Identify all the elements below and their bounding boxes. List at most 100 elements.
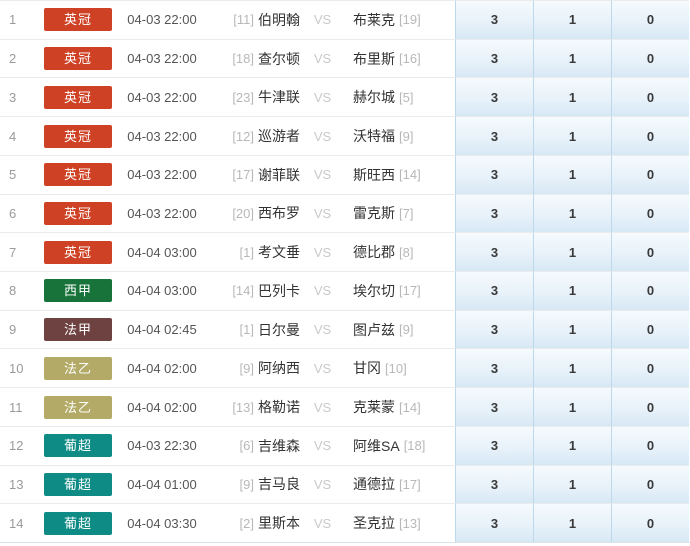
home-team[interactable]: [1] 日尔曼	[210, 309, 300, 349]
away-team[interactable]: 甘冈 [10]	[345, 348, 455, 387]
odds-win-cell[interactable]: 3	[455, 154, 533, 194]
home-team[interactable]: [1] 考文垂	[210, 232, 300, 271]
home-team[interactable]: [11] 伯明翰	[210, 0, 300, 39]
league-badge-cell: 英冠	[44, 232, 114, 271]
odds-draw-cell[interactable]: 1	[533, 309, 611, 349]
odds-draw-cell[interactable]: 1	[533, 348, 611, 388]
odds-win-cell[interactable]: 3	[455, 387, 533, 426]
league-badge[interactable]: 法乙	[44, 356, 112, 380]
away-team[interactable]: 赫尔城 [5]	[345, 77, 455, 116]
league-badge[interactable]: 英冠	[44, 85, 112, 109]
row-number: 14	[0, 503, 44, 542]
odds-lose-cell[interactable]: 0	[611, 232, 689, 272]
away-team[interactable]: 布莱克 [19]	[345, 0, 455, 39]
away-team[interactable]: 斯旺西 [14]	[345, 154, 455, 194]
odds-draw-cell[interactable]: 1	[533, 0, 611, 39]
odds-win-cell[interactable]: 3	[455, 116, 533, 155]
odds-lose-cell[interactable]: 0	[611, 0, 689, 39]
home-team[interactable]: [17] 谢菲联	[210, 154, 300, 194]
vs-label: VS	[300, 503, 345, 542]
home-team[interactable]: [6] 吉维森	[210, 425, 300, 465]
odds-draw-cell[interactable]: 1	[533, 116, 611, 155]
odds-draw-cell[interactable]: 1	[533, 464, 611, 504]
home-team[interactable]: [9] 吉马良	[210, 464, 300, 504]
away-team[interactable]: 圣克拉 [13]	[345, 503, 455, 542]
match-time: 04-03 22:00	[114, 116, 210, 155]
odds-lose-cell[interactable]: 0	[611, 193, 689, 233]
league-badge[interactable]: 英冠	[44, 201, 112, 225]
league-badge[interactable]: 西甲	[44, 279, 112, 303]
vs-label: VS	[300, 0, 345, 39]
vs-label: VS	[300, 116, 345, 155]
home-team[interactable]: [2] 里斯本	[210, 503, 300, 542]
odds-draw-cell[interactable]: 1	[533, 425, 611, 465]
row-number: 10	[0, 348, 44, 387]
odds-draw-cell[interactable]: 1	[533, 387, 611, 426]
match-row: 5 英冠 04-03 22:00 [17] 谢菲联 VS 斯旺西 [14] 3 …	[0, 154, 690, 194]
odds-win-cell[interactable]: 3	[455, 271, 533, 310]
league-badge[interactable]: 英冠	[44, 163, 112, 187]
away-team[interactable]: 阿维SA [18]	[345, 425, 455, 465]
odds-win-cell[interactable]: 3	[455, 503, 533, 543]
odds-lose-cell[interactable]: 0	[611, 309, 689, 349]
odds-win-cell[interactable]: 3	[455, 77, 533, 117]
odds-lose-cell[interactable]: 0	[611, 348, 689, 388]
row-number: 5	[0, 154, 44, 194]
odds-draw-cell[interactable]: 1	[533, 154, 611, 194]
league-badge[interactable]: 英冠	[44, 47, 112, 71]
odds-win-cell[interactable]: 3	[455, 193, 533, 233]
home-team[interactable]: [9] 阿纳西	[210, 348, 300, 387]
away-team[interactable]: 沃特福 [9]	[345, 116, 455, 155]
odds-draw-cell[interactable]: 1	[533, 77, 611, 117]
odds-win-cell[interactable]: 3	[455, 0, 533, 39]
odds-draw-cell[interactable]: 1	[533, 38, 611, 78]
league-badge[interactable]: 葡超	[44, 472, 112, 496]
odds-lose-cell[interactable]: 0	[611, 77, 689, 117]
odds-draw-cell[interactable]: 1	[533, 193, 611, 233]
home-team[interactable]: [12] 巡游者	[210, 116, 300, 155]
league-badge[interactable]: 英冠	[44, 8, 112, 32]
away-team[interactable]: 通德拉 [17]	[345, 464, 455, 504]
odds-win-cell[interactable]: 3	[455, 309, 533, 349]
odds-lose-cell[interactable]: 0	[611, 464, 689, 504]
odds-lose-cell[interactable]: 0	[611, 116, 689, 155]
odds-win-cell[interactable]: 3	[455, 464, 533, 504]
league-badge[interactable]: 葡超	[44, 434, 112, 458]
away-team[interactable]: 埃尔切 [17]	[345, 271, 455, 310]
away-team-rank: [16]	[399, 51, 421, 67]
away-team[interactable]: 雷克斯 [7]	[345, 193, 455, 233]
odds-win-cell[interactable]: 3	[455, 348, 533, 388]
league-badge[interactable]: 英冠	[44, 240, 112, 264]
row-number: 3	[0, 77, 44, 116]
odds-lose-cell[interactable]: 0	[611, 271, 689, 310]
home-team[interactable]: [23] 牛津联	[210, 77, 300, 116]
away-team[interactable]: 图卢兹 [9]	[345, 309, 455, 349]
league-badge-cell: 西甲	[44, 271, 114, 310]
match-row: 9 法甲 04-04 02:45 [1] 日尔曼 VS 图卢兹 [9] 3 1 …	[0, 309, 690, 349]
home-team[interactable]: [20] 西布罗	[210, 193, 300, 233]
row-number: 8	[0, 271, 44, 310]
odds-win-cell[interactable]: 3	[455, 425, 533, 465]
home-team[interactable]: [18] 查尔顿	[210, 38, 300, 78]
odds-lose-cell[interactable]: 0	[611, 387, 689, 426]
league-badge[interactable]: 英冠	[44, 124, 112, 148]
league-badge[interactable]: 法乙	[44, 395, 112, 419]
away-team[interactable]: 布里斯 [16]	[345, 38, 455, 78]
odds-win-cell[interactable]: 3	[455, 38, 533, 78]
league-badge-cell: 法乙	[44, 348, 114, 387]
match-row: 6 英冠 04-03 22:00 [20] 西布罗 VS 雷克斯 [7] 3 1…	[0, 193, 690, 233]
odds-draw-cell[interactable]: 1	[533, 232, 611, 272]
home-team[interactable]: [14] 巴列卡	[210, 271, 300, 310]
home-team[interactable]: [13] 格勒诺	[210, 387, 300, 426]
odds-draw-cell[interactable]: 1	[533, 503, 611, 543]
league-badge[interactable]: 葡超	[44, 511, 112, 535]
odds-lose-cell[interactable]: 0	[611, 425, 689, 465]
league-badge[interactable]: 法甲	[44, 318, 112, 342]
odds-lose-cell[interactable]: 0	[611, 154, 689, 194]
away-team[interactable]: 德比郡 [8]	[345, 232, 455, 271]
odds-draw-cell[interactable]: 1	[533, 271, 611, 310]
odds-lose-cell[interactable]: 0	[611, 503, 689, 543]
away-team[interactable]: 克莱蒙 [14]	[345, 387, 455, 426]
odds-lose-cell[interactable]: 0	[611, 38, 689, 78]
odds-win-cell[interactable]: 3	[455, 232, 533, 272]
